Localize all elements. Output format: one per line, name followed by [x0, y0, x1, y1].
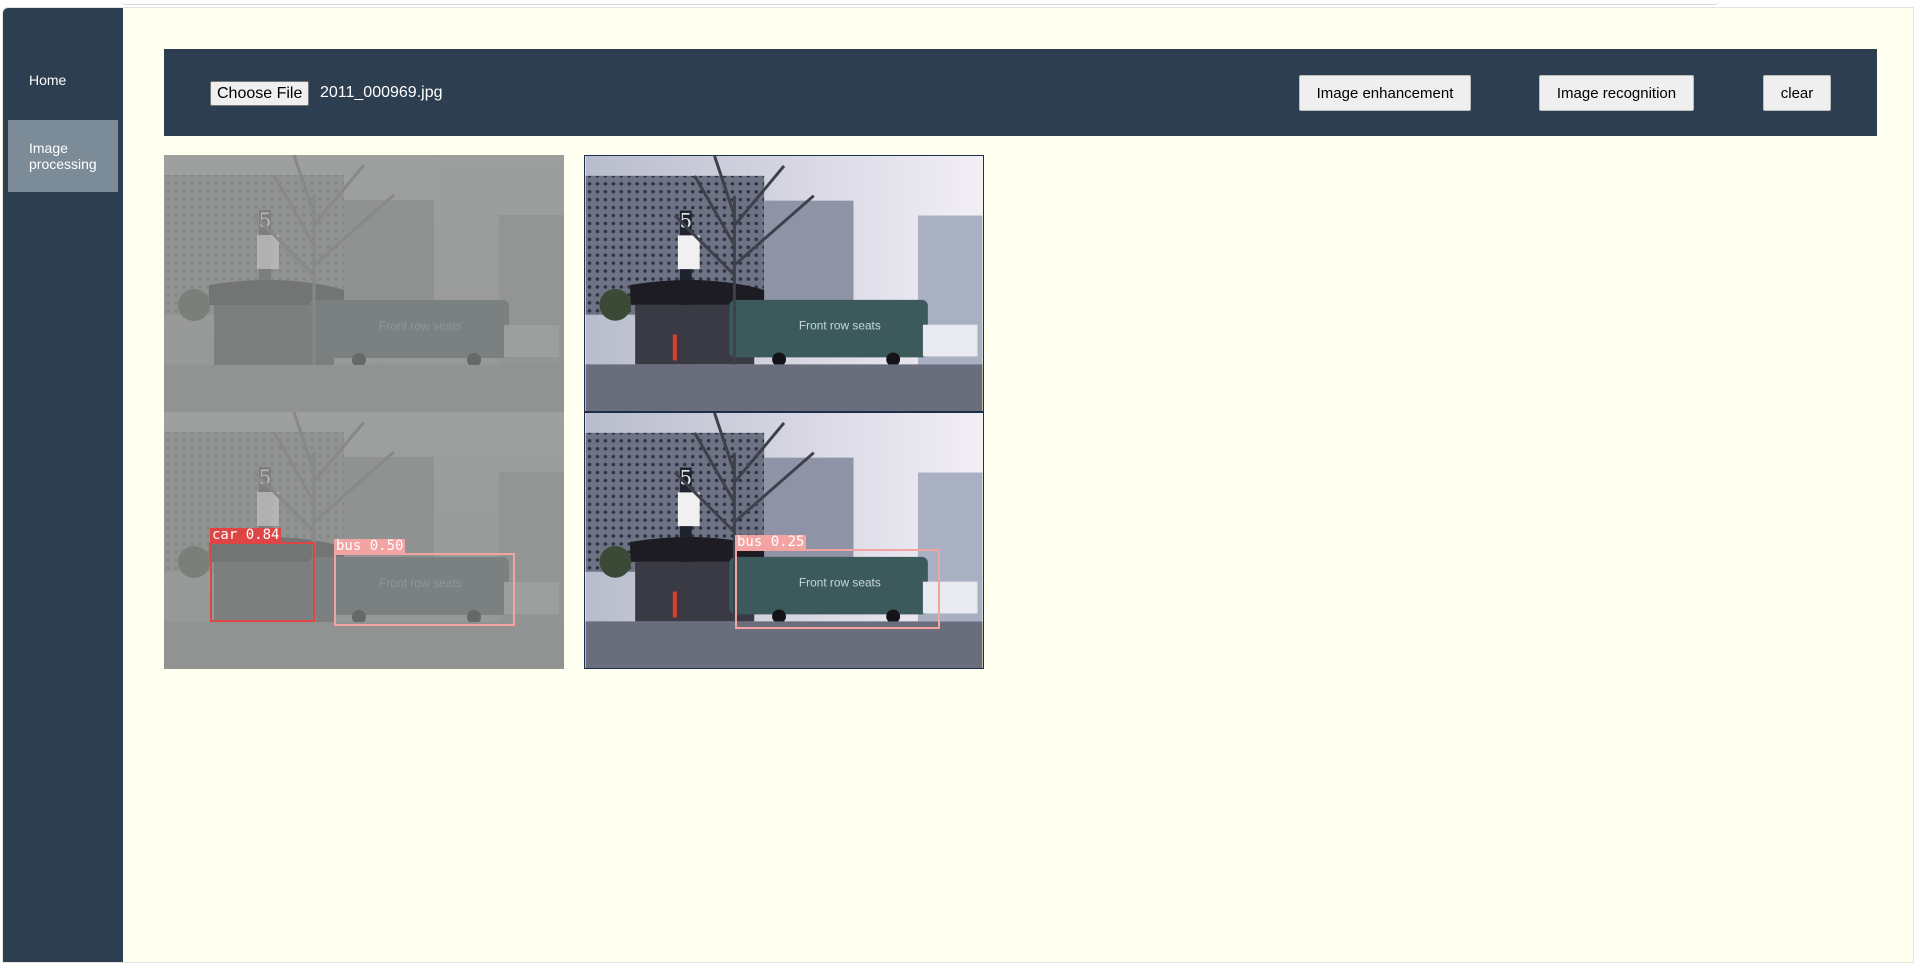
app-window: Home Image processing Choose File 2011_0… — [2, 7, 1914, 963]
detection-label-bus: bus 0.50 — [334, 538, 406, 554]
sidebar-item-home[interactable]: Home — [8, 72, 118, 88]
detection-label-bus: bus 0.25 — [735, 534, 807, 550]
detection-label-car: car 0.84 — [210, 527, 282, 543]
street-scene-photo-enhanced: 5 Front row seats — [585, 156, 983, 411]
image-recognition-button[interactable]: Image recognition — [1539, 75, 1694, 111]
detection-box-bus — [334, 553, 515, 626]
browser-top-edge — [120, 0, 1720, 5]
toolbar: Choose File 2011_000969.jpg Image enhanc… — [164, 49, 1877, 136]
enhanced-detection-image: 5 Front row seats bus 0.25 — [584, 412, 984, 669]
sidebar-item-label: Image processing — [29, 140, 97, 172]
image-enhancement-button[interactable]: Image enhancement — [1299, 75, 1471, 111]
clear-button[interactable]: clear — [1763, 75, 1831, 111]
selected-file-name: 2011_000969.jpg — [320, 84, 443, 101]
bus-side-text: Front row seats — [799, 319, 881, 333]
detection-box-car — [210, 542, 315, 622]
sidebar: Home Image processing — [3, 8, 123, 962]
original-image: 5 Front row seats — [164, 155, 564, 412]
detection-box-bus — [735, 549, 940, 629]
sidebar-item-image-processing[interactable]: Image processing — [8, 120, 118, 192]
enhanced-image: 5 Front row seats — [584, 155, 984, 412]
sidebar-item-label: Home — [29, 72, 67, 88]
choose-file-button[interactable]: Choose File — [210, 81, 310, 106]
street-scene-photo: 5 Front row seats — [164, 155, 564, 412]
original-detection-image: 5 Front row seats car 0.84 bus 0.50 — [164, 412, 564, 669]
